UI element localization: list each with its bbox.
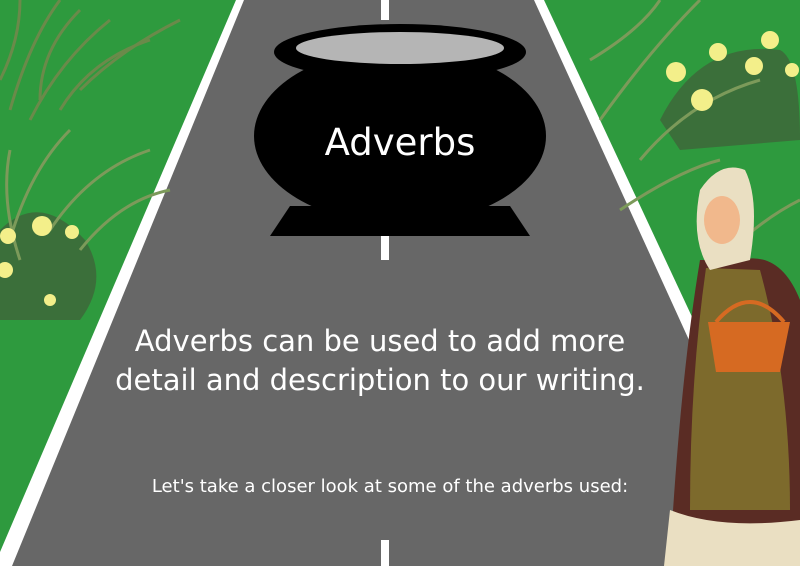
adverbs-description: Adverbs can be used to add more detail a…	[115, 324, 645, 397]
slide: Adverbs Adverbs can be used to add more …	[0, 0, 800, 566]
page-title: Adverbs	[324, 121, 476, 164]
adverbs-prompt: Let's take a closer look at some of the …	[151, 476, 629, 497]
